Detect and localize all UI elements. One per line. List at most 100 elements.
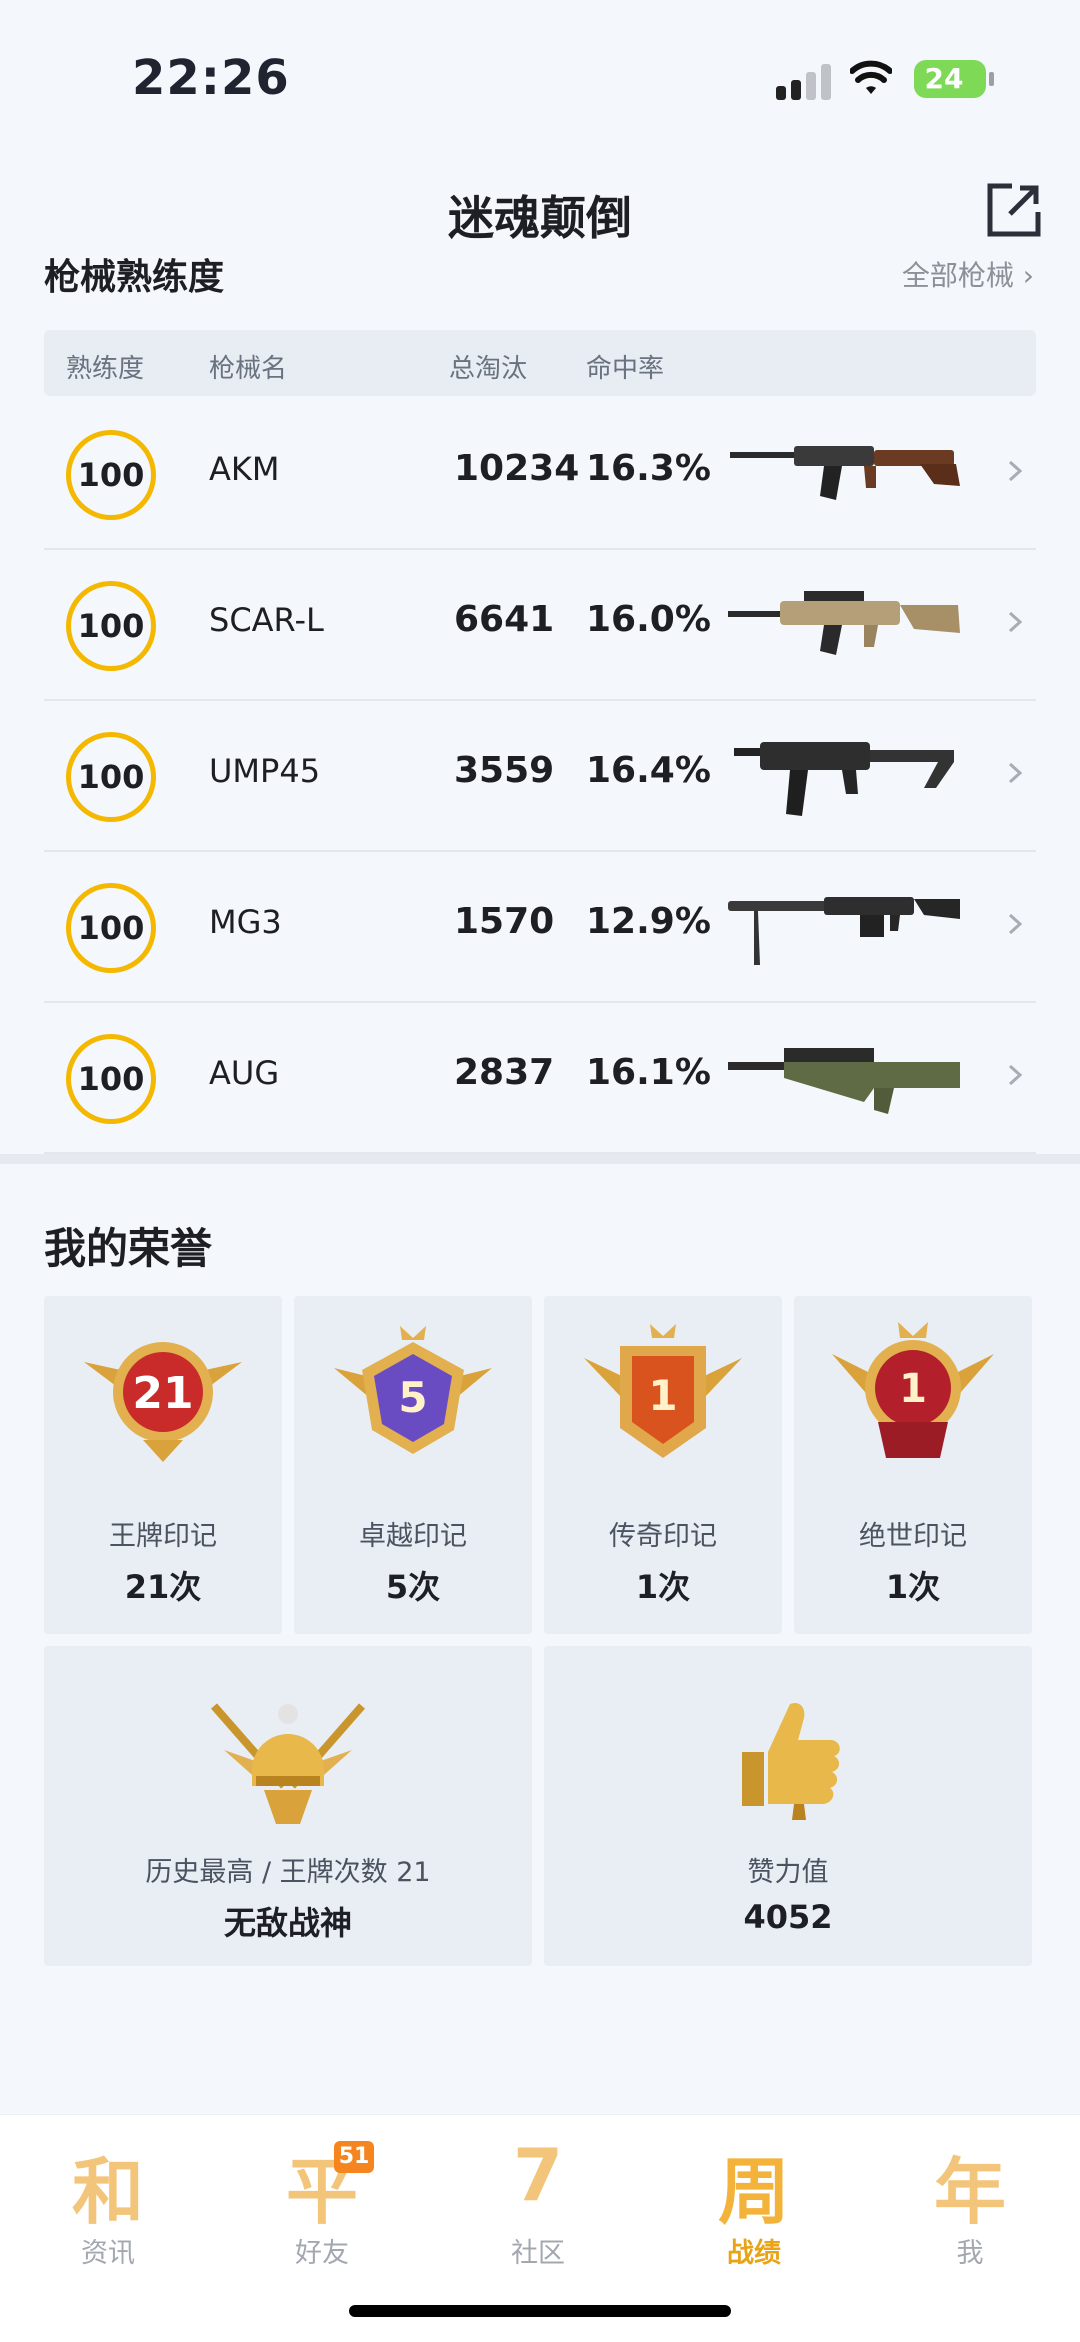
tab-label: 战绩 [727, 2238, 781, 2269]
nav-header: 迷魂颠倒 [0, 160, 1080, 255]
chevron-right-icon [1008, 913, 1022, 935]
ace-medal-number: 21 [132, 1368, 193, 1419]
weapon-row-scar-l[interactable]: 100 SCAR-L 6641 16.0% [44, 549, 1036, 701]
excellent-medal-icon: 5 [334, 1326, 492, 1454]
tab-me[interactable]: 年 我 [910, 2133, 1030, 2283]
chevron-right-icon [1008, 1064, 1022, 1086]
battery-level: 24 [924, 62, 964, 95]
weapon-name: MG3 [209, 903, 282, 941]
weapons-section-header: 枪械熟练度 全部枪械 › [44, 258, 1034, 298]
honor-card-excellent[interactable]: 5 卓越印记 5次 [294, 1296, 532, 1634]
likes-card[interactable]: 赞力值 4052 [544, 1646, 1032, 1966]
akm-rifle-icon [730, 446, 960, 500]
me-tab-icon: 年 [933, 2150, 1006, 2234]
highest-rank-value: 无敌战神 [223, 1904, 352, 1942]
column-header: 总淘汰 [449, 354, 528, 384]
weapon-row-aug[interactable]: 100 AUG 2837 16.1% [44, 1002, 1036, 1154]
peerless-medal-icon: 1 [832, 1322, 994, 1458]
weapon-kills: 6641 [454, 599, 555, 640]
weapon-row-ump45[interactable]: 100 UMP45 3559 16.4% [44, 700, 1036, 852]
mastery-badge: 100 [66, 1034, 156, 1124]
mg3-machine-gun-icon [728, 897, 960, 965]
weapon-name: AKM [209, 450, 280, 488]
weapon-hit-rate: 16.3% [586, 448, 711, 489]
weapon-kills: 1570 [454, 901, 555, 942]
column-header: 枪械名 [209, 354, 288, 384]
column-header: 命中率 [586, 354, 665, 384]
tab-label: 好友 [295, 2238, 349, 2269]
honor-card-ace[interactable]: 21 王牌印记 21次 [44, 1296, 282, 1634]
chevron-right-icon [1008, 460, 1022, 482]
home-indicator[interactable] [349, 2305, 731, 2317]
tab-friends[interactable]: 平 51 好友 [262, 2133, 382, 2283]
honor-card-peerless[interactable]: 1 绝世印记 1次 [794, 1296, 1032, 1634]
weapon-name: UMP45 [209, 752, 321, 790]
thumbs-up-icon [742, 1702, 840, 1820]
chevron-right-icon: › [1022, 259, 1034, 292]
invincible-war-god-medal-icon [210, 1703, 366, 1824]
legend-medal-icon: 1 [584, 1324, 742, 1458]
honor-label: 王牌印记 [109, 1521, 217, 1552]
community-tab-icon: 7 [512, 2133, 564, 2217]
peerless-medal-number: 1 [899, 1366, 927, 1412]
share-icon[interactable] [984, 180, 1044, 240]
likes-value: 4052 [743, 1898, 833, 1936]
mastery-badge: 100 [66, 732, 156, 822]
likes-label: 赞力值 [747, 1857, 829, 1888]
weapon-kills: 3559 [454, 750, 555, 791]
weapon-hit-rate: 16.1% [586, 1052, 711, 1093]
section-divider [0, 1154, 1080, 1164]
tab-community[interactable]: 7 社区 [478, 2133, 598, 2283]
all-weapons-label: 全部枪械 [901, 259, 1014, 292]
page-title: 迷魂颠倒 [448, 191, 632, 245]
weapon-name: SCAR-L [209, 601, 324, 639]
tab-label: 资讯 [81, 2238, 135, 2269]
honor-count: 1次 [635, 1568, 691, 1606]
notification-badge: 51 [334, 2141, 374, 2173]
cellular-signal-icon [776, 62, 834, 100]
scar-l-rifle-icon [728, 591, 960, 655]
aug-rifle-icon [728, 1048, 960, 1114]
excellent-medal-number: 5 [398, 1373, 427, 1422]
battery-icon: 24 [914, 60, 994, 98]
weapon-hit-rate: 12.9% [586, 901, 711, 942]
status-bar: 22:26 24 [0, 0, 1080, 150]
weapon-name: AUG [209, 1054, 280, 1092]
mastery-badge: 100 [66, 581, 156, 671]
weapon-row-mg3[interactable]: 100 MG3 1570 12.9% [44, 851, 1036, 1003]
weapon-row-akm[interactable]: 100 AKM 10234 16.3% [44, 398, 1036, 550]
honor-count: 5次 [385, 1568, 441, 1606]
all-weapons-link[interactable]: 全部枪械 › [902, 258, 1034, 294]
legend-medal-number: 1 [648, 1371, 677, 1420]
record-tab-icon: 周 [717, 2150, 790, 2234]
weapon-kills: 2837 [454, 1052, 555, 1093]
tab-news[interactable]: 和 资讯 [48, 2133, 168, 2283]
chevron-right-icon [1008, 611, 1022, 633]
honor-label: 绝世印记 [859, 1521, 967, 1552]
ace-medal-icon: 21 [84, 1342, 242, 1462]
honors-section-title: 我的荣誉 [44, 1224, 213, 1273]
honor-count: 21次 [124, 1568, 202, 1606]
mastery-badge: 100 [66, 430, 156, 520]
weapon-kills: 10234 [454, 448, 580, 489]
news-tab-icon: 和 [71, 2150, 144, 2234]
status-time: 22:26 [132, 50, 290, 106]
honor-label: 传奇印记 [609, 1521, 717, 1552]
weapons-section-title: 枪械熟练度 [44, 258, 225, 298]
tab-label: 我 [956, 2238, 984, 2269]
ump45-smg-icon [734, 742, 954, 816]
tab-record[interactable]: 周 战绩 [694, 2133, 814, 2283]
column-header: 熟练度 [66, 354, 145, 384]
mastery-badge: 100 [66, 883, 156, 973]
wifi-icon [850, 60, 892, 94]
tab-label: 社区 [511, 2238, 565, 2269]
chevron-right-icon [1008, 762, 1022, 784]
weapons-table-header: 熟练度 枪械名 总淘汰 命中率 [44, 330, 1036, 396]
highest-rank-label: 历史最高 / 王牌次数 21 [145, 1857, 431, 1888]
honor-count: 1次 [885, 1568, 941, 1606]
weapon-hit-rate: 16.4% [586, 750, 711, 791]
weapon-hit-rate: 16.0% [586, 599, 711, 640]
honor-label: 卓越印记 [359, 1521, 467, 1552]
honor-card-legend[interactable]: 1 传奇印记 1次 [544, 1296, 782, 1634]
highest-rank-card[interactable]: 历史最高 / 王牌次数 21 无敌战神 [44, 1646, 532, 1966]
